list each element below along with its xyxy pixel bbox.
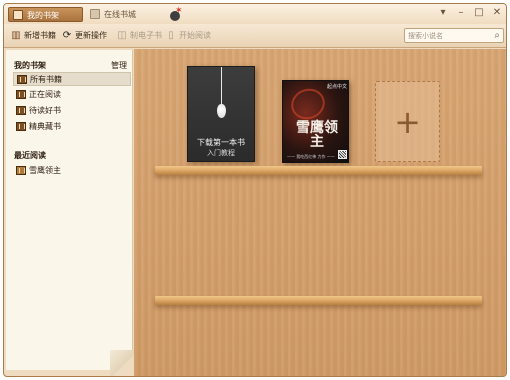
close-button[interactable]: ✕ xyxy=(490,6,504,20)
tab-my-bookshelf-label: 我的书架 xyxy=(27,11,59,20)
search-box: ⌕ xyxy=(404,28,504,43)
sidebar-item-reading[interactable]: 正在阅读 xyxy=(13,88,131,102)
sidebar-item-label: 待读好书 xyxy=(29,106,61,115)
tab-my-bookshelf[interactable]: 我的书架 xyxy=(8,7,83,22)
transfer-label: 制电子书 xyxy=(130,31,162,40)
minimize-button[interactable]: – xyxy=(454,6,468,20)
tab-online-bookstore[interactable]: 在线书城 xyxy=(86,7,154,22)
search-icon[interactable]: ⌕ xyxy=(494,30,500,41)
add-books-label: 新增书籍 xyxy=(24,31,56,40)
update-icon: ⟳ xyxy=(62,30,72,41)
maximize-button[interactable]: □ xyxy=(472,6,486,20)
publisher-logo: 起点中文 xyxy=(327,84,348,90)
book-download-first[interactable]: 下载第一本书 入门教程 xyxy=(187,66,255,162)
tab-online-bookstore-label: 在线书城 xyxy=(104,10,136,19)
sidebar-item-to-read[interactable]: 待读好书 xyxy=(13,104,131,118)
update-button[interactable]: ⟳ 更新操作 xyxy=(61,29,107,43)
recent-item-label: 雪鹰领主 xyxy=(29,166,61,175)
start-reading-button[interactable]: ▯ 开始阅读 xyxy=(165,29,211,43)
bookshelf-area: 下载第一本书 入门教程 起点中文 雪鹰领主 —— 我吃西红柿 力作 —— + xyxy=(134,49,506,376)
sidebar-item-label: 所有书籍 xyxy=(30,75,62,84)
shelf-board xyxy=(155,166,482,175)
menu-dropdown-button[interactable]: ▾ xyxy=(436,6,450,20)
book-author: —— 我吃西红柿 力作 —— xyxy=(287,154,335,159)
title-bar: 我的书架 在线书城 ✶ ▾ – □ ✕ xyxy=(4,4,506,24)
manage-link[interactable]: 管理 xyxy=(111,60,127,71)
shelf-board xyxy=(155,296,482,305)
bomb-spark-shape: ✶ xyxy=(175,6,183,16)
app-window: 我的书架 在线书城 ✶ ▾ – □ ✕ ▥ 新增书籍 ⟳ 更新操作 ◫ 制电子书… xyxy=(3,3,507,377)
book-title: 下载第一本书 xyxy=(197,138,245,147)
recent-reading-heading: 最近阅读 xyxy=(14,151,46,160)
light-bulb-icon xyxy=(217,104,226,118)
lamp-cord-shape xyxy=(221,67,222,105)
my-bookshelf-heading: 我的书架 xyxy=(14,61,46,70)
bookshelf-icon xyxy=(13,10,23,20)
sidebar-item-label: 正在阅读 xyxy=(29,90,61,99)
cover-art-swirl xyxy=(286,84,330,124)
recent-item[interactable]: 雪鹰领主 xyxy=(13,164,131,178)
update-label: 更新操作 xyxy=(75,31,107,40)
sidebar-item-all-books[interactable]: 所有书籍 xyxy=(13,72,131,86)
book-subtitle: 入门教程 xyxy=(207,149,235,157)
sidebar-item-label: 精典藏书 xyxy=(29,122,61,131)
bookshelf-icon xyxy=(16,90,26,99)
add-book-slot[interactable]: + xyxy=(375,81,440,162)
book-icon xyxy=(16,166,26,175)
book-snow-eagle-lord[interactable]: 起点中文 雪鹰领主 —— 我吃西红柿 力作 —— xyxy=(282,80,349,163)
book-title: 雪鹰领主 xyxy=(296,120,338,150)
qr-code-icon xyxy=(338,150,347,159)
bookstore-icon xyxy=(90,9,100,19)
add-books-button[interactable]: ▥ 新增书籍 xyxy=(10,29,56,43)
toolbar: ▥ 新增书籍 ⟳ 更新操作 ◫ 制电子书 ▯ 开始阅读 ⌕ xyxy=(4,24,506,48)
sidebar: 我的书架 管理 所有书籍 正在阅读 待读好书 精典藏书 最近阅读 雪鹰领主 xyxy=(6,50,138,376)
bookshelf-icon xyxy=(17,75,27,84)
notification-bomb-icon[interactable]: ✶ xyxy=(169,6,183,21)
start-reading-label: 开始阅读 xyxy=(179,31,211,40)
transfer-button[interactable]: ◫ 制电子书 xyxy=(116,29,162,43)
plus-icon: + xyxy=(394,103,421,141)
sidebar-item-collection[interactable]: 精典藏书 xyxy=(13,120,131,134)
bookshelf-icon xyxy=(16,122,26,131)
read-icon: ▯ xyxy=(168,30,174,41)
add-book-icon: ▥ xyxy=(11,30,21,41)
bookshelf-icon xyxy=(16,106,26,115)
box-icon: ◫ xyxy=(117,30,127,41)
search-input[interactable] xyxy=(408,30,488,41)
